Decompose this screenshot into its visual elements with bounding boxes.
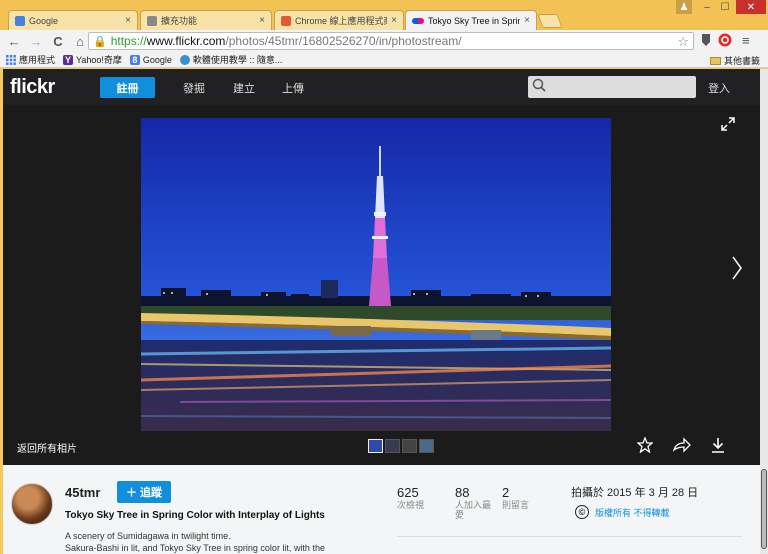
bookmark-label: Google: [142, 54, 172, 65]
menu-icon[interactable]: ≡: [742, 33, 750, 48]
tab-close-icon[interactable]: ×: [125, 15, 131, 26]
share-icon[interactable]: [672, 437, 691, 458]
page-scrollbar[interactable]: [760, 69, 768, 554]
divider: [397, 536, 742, 537]
thumbnail[interactable]: [385, 439, 400, 453]
bookmark-google[interactable]: 8 Google: [129, 54, 172, 65]
thumbnail[interactable]: [402, 439, 417, 453]
folder-icon: [709, 56, 721, 65]
yahoo-icon: Y: [63, 54, 74, 65]
copyright-icon: ©: [575, 505, 589, 519]
login-link[interactable]: 登入: [708, 80, 730, 96]
forward-button[interactable]: →: [28, 33, 44, 49]
nav-create[interactable]: 建立: [233, 80, 255, 96]
tab-title: Google: [29, 15, 59, 26]
back-button[interactable]: ←: [6, 33, 22, 49]
tab-flickr[interactable]: Tokyo Sky Tree in Spring ×: [405, 10, 537, 30]
address-bar[interactable]: 🔒 https://www.flickr.com/photos/45tmr/16…: [88, 32, 694, 50]
apps-icon: [6, 54, 16, 65]
license-info[interactable]: © 版權所有 不得轉載: [575, 505, 670, 519]
search-icon: [532, 78, 546, 92]
views-stat: 625 次檢視: [397, 485, 441, 510]
bookmarks-bar: 應用程式 Y Yahoo!奇摩 8 Google 軟體使用教學 :: 隨意...…: [0, 52, 768, 68]
follow-button[interactable]: ＋ 追蹤: [117, 481, 171, 503]
tab-close-icon[interactable]: ×: [524, 15, 530, 26]
views-label: 次檢視: [397, 500, 425, 510]
faves-stat: 88 人加入最愛: [455, 485, 495, 520]
owner-username[interactable]: 45tmr: [65, 485, 100, 500]
other-bookmarks-label: 其他書籤: [723, 56, 760, 66]
flickr-page: flickr 註冊 發掘 建立 上傳 登入 返回所有相片 45tmr ＋ 追蹤 …: [3, 69, 760, 554]
maximize-button[interactable]: ☐: [716, 0, 734, 14]
comments-count: 2: [502, 485, 510, 500]
webstore-icon: [281, 15, 291, 26]
tab-close-icon[interactable]: ×: [391, 15, 397, 26]
user-profile-icon[interactable]: ♟: [676, 0, 692, 14]
faves-label: 人加入最愛: [455, 500, 492, 520]
faves-count: 88: [455, 485, 470, 500]
tab-google[interactable]: Google ×: [8, 10, 138, 30]
back-to-photos-link[interactable]: 返回所有相片: [17, 440, 77, 455]
bookmark-label: 軟體使用教學 :: 隨意...: [192, 55, 283, 65]
photostream-thumbs: [368, 439, 436, 453]
photo-title: Tokyo Sky Tree in Spring Color with Inte…: [65, 510, 325, 521]
lock-icon: 🔒: [93, 35, 107, 48]
date-taken: 拍攝於 2015 年 3 月 28 日: [571, 487, 699, 499]
bookmark-yahoo[interactable]: Y Yahoo!奇摩: [63, 53, 122, 66]
bookmark-apps[interactable]: 應用程式: [6, 53, 55, 66]
other-bookmarks[interactable]: 其他書籤: [709, 54, 760, 67]
browser-titlebar: Google × 擴充功能 × Chrome 線上應用程式商 × Tokyo S…: [0, 0, 768, 30]
photo-viewer: 返回所有相片: [3, 105, 760, 465]
bookmark-tutorial[interactable]: 軟體使用教學 :: 隨意...: [179, 53, 283, 66]
thumbnail[interactable]: [419, 439, 434, 453]
photo-description: A scenery of Sumidagawa in twilight time…: [65, 530, 355, 554]
tab-close-icon[interactable]: ×: [259, 15, 265, 26]
search-input[interactable]: [528, 76, 696, 98]
home-button[interactable]: ⌂: [72, 33, 88, 49]
url-path: /photos/45tmr/16802526270/in/photostream…: [225, 34, 462, 48]
url-host: www.flickr.com: [146, 34, 226, 48]
thumbnail[interactable]: [368, 439, 383, 453]
description-line: A scenery of Sumidagawa in twilight time…: [65, 531, 231, 541]
main-photo[interactable]: [141, 118, 611, 431]
new-tab-button[interactable]: [537, 14, 563, 28]
google-icon: 8: [129, 54, 140, 65]
bookmark-label: 應用程式: [19, 55, 56, 65]
puzzle-icon: [147, 15, 157, 26]
tab-extensions[interactable]: 擴充功能 ×: [140, 10, 272, 30]
flickr-topnav: flickr 註冊 發掘 建立 上傳 登入: [3, 69, 760, 105]
tab-title: 擴充功能: [161, 16, 198, 26]
tab-title: Chrome 線上應用程式商: [295, 16, 388, 26]
comments-stat: 2 則留言: [502, 485, 546, 510]
expand-icon[interactable]: [721, 117, 735, 134]
favorite-star-icon[interactable]: [636, 436, 654, 458]
flickr-favicon-icon: [412, 17, 424, 24]
extension-icon[interactable]: [700, 33, 712, 50]
nav-explore[interactable]: 發掘: [183, 80, 205, 96]
close-window-button[interactable]: ✕: [736, 0, 766, 14]
tab-title: Tokyo Sky Tree in Spring: [428, 15, 521, 26]
photo-info-panel: 45tmr ＋ 追蹤 Tokyo Sky Tree in Spring Colo…: [3, 465, 760, 554]
scrollbar-thumb[interactable]: [761, 469, 767, 549]
description-line: Sakura-Bashi in lit, and Tokyo Sky Tree …: [65, 543, 325, 553]
download-icon[interactable]: [710, 437, 726, 458]
reload-button[interactable]: C: [50, 33, 66, 49]
adblock-icon[interactable]: [718, 33, 732, 50]
nav-upload[interactable]: 上傳: [282, 80, 304, 96]
views-count: 625: [397, 485, 419, 500]
comments-label: 則留言: [502, 500, 530, 510]
url-scheme: https://: [110, 34, 147, 48]
avatar[interactable]: [11, 483, 53, 525]
license-label: 版權所有 不得轉載: [595, 507, 670, 518]
google-favicon-icon: [15, 15, 25, 26]
flickr-logo[interactable]: flickr: [10, 76, 55, 99]
signup-button[interactable]: 註冊: [100, 77, 155, 98]
globe-icon: [179, 54, 190, 65]
bookmark-star-icon[interactable]: ☆: [677, 34, 689, 50]
next-photo-icon[interactable]: [731, 255, 743, 288]
minimize-button[interactable]: –: [698, 0, 716, 14]
bookmark-label: Yahoo!奇摩: [76, 55, 122, 65]
browser-toolbar: ← → C ⌂ 🔒 https://www.flickr.com/photos/…: [0, 30, 768, 52]
tab-webstore[interactable]: Chrome 線上應用程式商 ×: [274, 10, 404, 30]
